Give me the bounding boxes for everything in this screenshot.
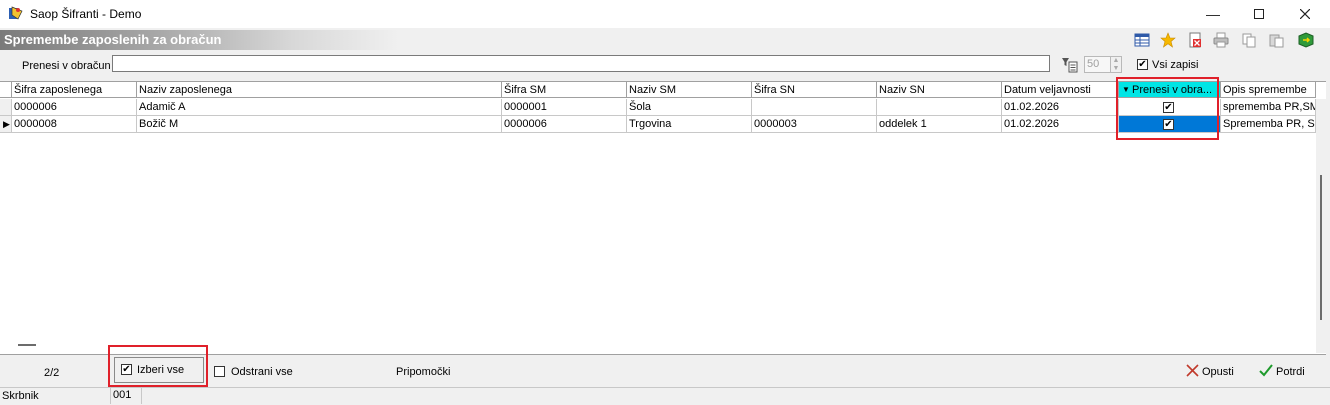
window-title: Saop Šifranti - Demo <box>30 7 142 21</box>
table-cell[interactable] <box>752 99 877 116</box>
tools-menu[interactable]: Pripomočki <box>396 366 450 378</box>
print-icon[interactable] <box>1213 32 1229 48</box>
exit-icon[interactable] <box>1298 32 1314 48</box>
table-cell[interactable]: 01.02.2026 <box>1002 116 1119 133</box>
highlight-box <box>1116 77 1219 140</box>
remove-all-checkbox[interactable] <box>214 366 225 377</box>
table-cell[interactable]: 0000006 <box>502 116 627 133</box>
row-indicator[interactable]: ▶ <box>0 116 12 133</box>
filter-label: Prenesi v obračun <box>22 60 111 72</box>
title-bar <box>0 0 1330 28</box>
table-cell[interactable]: 0000001 <box>502 99 627 116</box>
col-header-sifra-sm[interactable]: Šifra SM <box>502 82 627 98</box>
close-icon[interactable] <box>1282 0 1328 28</box>
table-settings-icon[interactable] <box>1134 32 1150 48</box>
filter-input[interactable] <box>112 55 1050 72</box>
row-counter: 2/2 <box>44 367 60 379</box>
table-cell[interactable]: sprememba PR,SM <box>1221 99 1316 116</box>
app-icon <box>9 6 23 20</box>
confirm-button[interactable]: Potrdi <box>1276 366 1305 378</box>
all-records-checkbox[interactable]: ✔ <box>1137 59 1148 70</box>
status-bar <box>0 387 1330 405</box>
row-indicator-header <box>0 82 12 98</box>
remove-all-label[interactable]: Odstrani vse <box>231 366 293 378</box>
record-count-spinner[interactable]: ▲ ▼ <box>1110 56 1122 73</box>
current-row-arrow-icon: ▶ <box>3 119 10 129</box>
table-cell[interactable] <box>877 99 1002 116</box>
col-header-naziv-sm[interactable]: Naziv SM <box>627 82 752 98</box>
status-user-value: 001 <box>110 388 142 404</box>
table-cell[interactable]: 0000006 <box>12 99 137 116</box>
copy-icon[interactable] <box>1241 32 1257 48</box>
table-cell[interactable]: Sprememba PR, S <box>1221 116 1316 133</box>
table-cell[interactable]: oddelek 1 <box>877 116 1002 133</box>
paste-icon[interactable] <box>1268 32 1284 48</box>
filter-list-icon[interactable] <box>1060 56 1078 73</box>
maximize-icon[interactable] <box>1236 0 1282 28</box>
col-header-sifra-sn[interactable]: Šifra SN <box>752 82 877 98</box>
table-cell[interactable]: Adamič A <box>137 99 502 116</box>
minimize-icon[interactable]: — <box>1190 0 1236 28</box>
table-cell[interactable]: 01.02.2026 <box>1002 99 1119 116</box>
cancel-button[interactable]: Opusti <box>1202 366 1234 378</box>
delete-icon[interactable] <box>1187 32 1203 48</box>
table-cell[interactable]: 0000003 <box>752 116 877 133</box>
table-cell[interactable]: 0000008 <box>12 116 137 133</box>
col-header-naziv-zaposlenega[interactable]: Naziv zaposlenega <box>137 82 502 98</box>
cancel-icon[interactable] <box>1186 364 1199 377</box>
col-header-naziv-sn[interactable]: Naziv SN <box>877 82 1002 98</box>
horizontal-scrollbar-thumb[interactable] <box>18 344 36 346</box>
page-title: Spremembe zaposlenih za obračun <box>4 32 222 47</box>
table-cell[interactable]: Božič M <box>137 116 502 133</box>
table-cell[interactable]: Šola <box>627 99 752 116</box>
col-header-datum-veljavnosti[interactable]: Datum veljavnosti <box>1002 82 1119 98</box>
row-indicator[interactable] <box>0 99 12 116</box>
favorite-star-icon[interactable] <box>1160 32 1176 48</box>
col-header-sifra-zaposlenega[interactable]: Šifra zaposlenega <box>12 82 137 98</box>
table-cell[interactable]: Trgovina <box>627 116 752 133</box>
all-records-label: Vsi zapisi <box>1152 59 1199 71</box>
col-header-opis-spremembe[interactable]: Opis spremembe <box>1221 82 1316 98</box>
status-user-label: Skrbnik <box>2 390 39 402</box>
scrollbar-thumb[interactable] <box>1320 175 1322 320</box>
confirm-icon[interactable] <box>1259 364 1273 377</box>
highlight-box <box>108 345 208 387</box>
